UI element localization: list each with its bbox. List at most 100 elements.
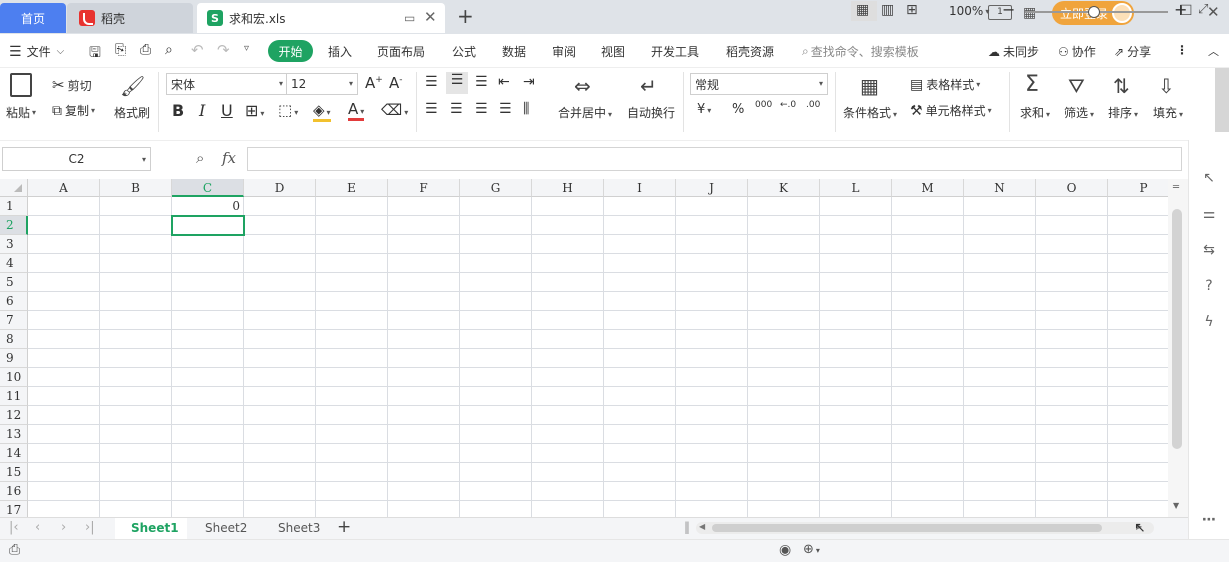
justify-icon[interactable]: ☰ (499, 101, 512, 117)
sum-button[interactable]: 求和 ▾ (1020, 104, 1050, 121)
paste-icon[interactable] (10, 73, 32, 97)
cell-c1[interactable]: 0 (172, 197, 240, 216)
row-header-16[interactable]: 16 (0, 482, 28, 501)
column-header-h[interactable]: H (532, 179, 604, 197)
split-handle-icon[interactable]: ‖ (684, 520, 690, 534)
macro-record-icon[interactable]: ⎙ (9, 542, 20, 558)
align-left-icon[interactable]: ☰ (425, 101, 438, 117)
row-header-7[interactable]: 7 (0, 311, 28, 330)
print-icon[interactable]: ⎙ (140, 42, 151, 58)
input-method-icon[interactable]: ⊕ ▾ (803, 542, 820, 557)
formula-input[interactable] (247, 147, 1182, 171)
merge-center-button[interactable]: 合并居中 ▾ (558, 104, 612, 121)
wrap-text-button[interactable]: 自动换行 (627, 104, 675, 121)
sort-icon[interactable]: ⇅ (1113, 74, 1130, 98)
row-header-4[interactable]: 4 (0, 254, 28, 273)
collapse-ribbon-icon[interactable]: ︿ (1208, 43, 1219, 59)
file-menu[interactable]: ☰ 文件 ⌵ (9, 43, 64, 60)
column-header-e[interactable]: E (316, 179, 388, 197)
row-header-17[interactable]: 17 (0, 501, 28, 517)
font-color-icon[interactable]: A ▾ (348, 100, 365, 121)
next-sheet-icon[interactable]: › (61, 520, 66, 535)
transform-icon[interactable]: ⇆ (1199, 240, 1219, 260)
thousands-button[interactable]: 000 (755, 100, 772, 110)
column-header-n[interactable]: N (964, 179, 1036, 197)
column-header-d[interactable]: D (244, 179, 316, 197)
column-header-i[interactable]: I (604, 179, 676, 197)
row-header-13[interactable]: 13 (0, 425, 28, 444)
collab-button[interactable]: ⚇ 协作 (1058, 43, 1096, 60)
tab-view[interactable]: 视图 (601, 43, 625, 60)
export-pdf-icon[interactable]: ⎘ (115, 42, 126, 58)
column-header-b[interactable]: B (100, 179, 172, 197)
properties-icon[interactable]: ⚌ (1199, 204, 1219, 224)
row-header-12[interactable]: 12 (0, 406, 28, 425)
quick-access-dropdown-icon[interactable]: ▿ (244, 43, 249, 54)
tab-review[interactable]: 审阅 (552, 43, 576, 60)
save-icon[interactable]: 🖫 (89, 42, 101, 66)
add-sheet-icon[interactable]: + (337, 517, 351, 537)
normal-view-icon[interactable]: ▦ (856, 2, 869, 18)
fill-icon[interactable]: ⇩ (1158, 74, 1175, 98)
function-button[interactable]: fx (222, 149, 236, 167)
font-size-select[interactable]: 12 ▾ (286, 73, 358, 95)
row-header-3[interactable]: 3 (0, 235, 28, 254)
command-search[interactable]: ⌕ 查找命令、搜索模板 (802, 43, 919, 60)
last-sheet-icon[interactable]: ›| (85, 520, 95, 535)
apps-grid-icon[interactable]: ▦ (1023, 5, 1036, 21)
close-window-icon[interactable]: ✕ (1207, 3, 1220, 21)
scroll-left-icon[interactable]: ◀ (699, 522, 705, 531)
tab-start[interactable]: 开始 (268, 40, 313, 62)
wrap-text-icon[interactable]: ↵ (640, 74, 657, 98)
row-header-10[interactable]: 10 (0, 368, 28, 387)
zoom-out-icon[interactable]: − (1002, 0, 1015, 19)
percent-button[interactable]: % (732, 102, 744, 117)
row-header-11[interactable]: 11 (0, 387, 28, 406)
align-right-icon[interactable]: ☰ (475, 101, 488, 117)
tab-file[interactable]: S 求和宏.xls ▭ ✕ (197, 3, 445, 33)
currency-button[interactable]: ¥ ▾ (697, 102, 711, 117)
cell-style-button[interactable]: ⚒ 单元格样式 ▾ (910, 102, 992, 119)
filter-icon[interactable]: ⛛ (1068, 74, 1085, 98)
border-icon[interactable]: ⊞ ▾ (245, 101, 264, 120)
vertical-scroll-thumb[interactable] (1172, 209, 1182, 449)
tab-page-layout[interactable]: 页面布局 (377, 43, 425, 60)
tab-daoke-resources[interactable]: 稻壳资源 (726, 43, 774, 60)
row-header-15[interactable]: 15 (0, 463, 28, 482)
prev-sheet-icon[interactable]: ‹ (35, 520, 40, 535)
font-name-select[interactable]: 宋体 ▾ (166, 73, 288, 95)
zoom-formula-icon[interactable]: ⌕ (196, 149, 204, 167)
page-break-view-icon[interactable]: ⊞ (906, 2, 918, 18)
print-preview-icon[interactable]: ⌕ (165, 42, 173, 58)
fill-color-icon[interactable]: ◈ ▾ (313, 101, 331, 122)
column-header-m[interactable]: M (892, 179, 964, 197)
new-tab-icon[interactable]: + (457, 4, 474, 28)
zoom-slider-thumb[interactable] (1088, 6, 1100, 18)
row-header-9[interactable]: 9 (0, 349, 28, 368)
name-box[interactable]: C2 ▾ (2, 147, 151, 171)
sheet-tab-3[interactable]: Sheet3 (278, 521, 320, 535)
copy-button[interactable]: ⧉ 复制 ▾ (52, 102, 95, 119)
page-layout-view-icon[interactable]: ▥ (881, 2, 894, 18)
format-painter-icon[interactable]: 🖌 (120, 74, 145, 98)
paste-button[interactable]: 粘贴 ▾ (6, 104, 36, 121)
tab-home[interactable]: 首页 (0, 3, 66, 33)
underline-button[interactable]: U (221, 101, 233, 120)
merge-cells-icon[interactable]: ⇔ (574, 74, 591, 98)
split-handle-icon[interactable]: ═ (1173, 182, 1179, 193)
select-all-corner[interactable] (0, 179, 28, 197)
grow-font-icon[interactable]: A+ (365, 74, 383, 92)
column-header-l[interactable]: L (820, 179, 892, 197)
tab-insert[interactable]: 插入 (328, 43, 352, 60)
row-header-8[interactable]: 8 (0, 330, 28, 349)
increase-indent-icon[interactable]: ⇥ (523, 74, 535, 90)
eye-protection-icon[interactable]: ◉ (779, 542, 791, 558)
zoom-level-select[interactable]: 100% ▾ (949, 4, 989, 18)
eraser-icon[interactable]: ⌫ ▾ (381, 101, 408, 119)
filter-button[interactable]: 筛选 ▾ (1064, 104, 1094, 121)
redo-icon[interactable]: ↷ (217, 41, 230, 59)
row-header-1[interactable]: 1 (0, 197, 28, 216)
tab-developer[interactable]: 开发工具 (651, 43, 699, 60)
first-sheet-icon[interactable]: |‹ (9, 520, 19, 535)
sheet-tab-1[interactable]: Sheet1 (131, 521, 179, 535)
